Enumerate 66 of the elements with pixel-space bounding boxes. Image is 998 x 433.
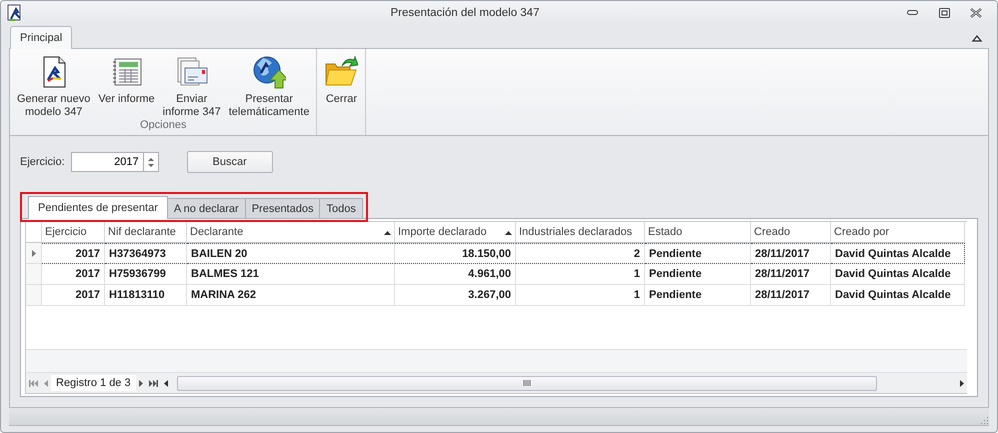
globe-upload-icon: [252, 55, 286, 90]
result-tab[interactable]: Todos: [319, 198, 363, 218]
table-cell: MARINA 262: [187, 285, 395, 306]
row-indicator[interactable]: [26, 243, 42, 264]
table-cell: Pendiente: [645, 243, 751, 264]
scroll-left-icon[interactable]: [164, 380, 168, 387]
table-cell: 1: [516, 285, 645, 306]
maximize-icon[interactable]: [938, 8, 950, 18]
spin-up-icon[interactable]: [148, 156, 154, 161]
next-record-icon[interactable]: [138, 380, 143, 387]
field-label: Ejercicio:: [20, 156, 65, 168]
table-cell: BALMES 121: [187, 264, 395, 286]
table-cell: 3.267,00: [395, 285, 516, 306]
result-tab[interactable]: A no declarar: [166, 198, 246, 218]
report-icon: [110, 57, 143, 88]
table-cell: H75936799: [105, 264, 187, 286]
mail-icon: [176, 57, 208, 88]
table-cell: 28/11/2017: [751, 243, 831, 264]
scrollbar-thumb[interactable]: [176, 376, 877, 391]
ribbon-button[interactable]: Cerrar: [321, 49, 362, 120]
group-caption: Opciones: [138, 119, 188, 134]
table-cell: Pendiente: [645, 285, 751, 306]
resize-grip-icon: [979, 415, 989, 425]
table-cell: 2017: [42, 264, 105, 286]
close-icon[interactable]: [970, 8, 982, 18]
table-cell: 2: [516, 243, 645, 264]
window-title: Presentación del modelo 347: [390, 6, 540, 19]
table-cell: David Quintas Alcalde: [831, 264, 965, 286]
minimize-icon[interactable]: [906, 10, 918, 16]
table-cell: David Quintas Alcalde: [831, 243, 965, 264]
table-cell: 28/11/2017: [751, 285, 831, 306]
table-cell: H37364973: [105, 243, 187, 264]
column-header[interactable]: Declarante: [190, 226, 384, 238]
table-cell: Pendiente: [645, 264, 751, 286]
column-header[interactable]: Ejercicio: [45, 226, 101, 238]
table-cell: 2017: [42, 285, 105, 306]
result-tab[interactable]: Presentados: [244, 198, 320, 218]
table-cell: 18.150,00: [395, 243, 516, 264]
ribbon-button[interactable]: Enviar informe 347: [160, 49, 224, 120]
folder-icon: [324, 56, 358, 88]
table-cell: 1: [516, 264, 645, 286]
column-header[interactable]: Importe declarado: [398, 226, 505, 238]
ribbon-button[interactable]: Ver informe: [95, 49, 158, 120]
spin-down-icon[interactable]: [148, 164, 154, 168]
ribbon-button[interactable]: Presentar telemáticamente: [226, 49, 312, 120]
last-record-icon[interactable]: [148, 380, 158, 387]
table-cell: 28/11/2017: [751, 264, 831, 286]
column-header[interactable]: Nif declarante: [108, 226, 183, 238]
ribbon-tab[interactable]: Principal: [10, 26, 72, 50]
collapse-ribbon-icon[interactable]: [971, 33, 983, 44]
column-header[interactable]: Creado: [754, 226, 827, 238]
result-tab[interactable]: Pendientes de presentar: [28, 196, 168, 220]
table-cell: 2017: [42, 243, 105, 264]
record-counter: Registro 1 de 3: [51, 375, 136, 392]
table-cell: BAILEN 20: [187, 243, 395, 264]
column-header[interactable]: Industriales declarados: [519, 226, 641, 238]
ribbon-button[interactable]: Generar nuevo modelo 347: [14, 49, 94, 120]
year-field[interactable]: 2017: [70, 152, 143, 172]
search-button[interactable]: Buscar: [186, 151, 273, 174]
column-header[interactable]: Creado por: [834, 226, 961, 238]
scroll-right-icon[interactable]: [960, 380, 964, 387]
table-cell: H11813110: [105, 285, 187, 306]
table-cell: David Quintas Alcalde: [831, 285, 965, 306]
current-row-icon: [32, 250, 36, 257]
column-header[interactable]: Estado: [648, 226, 747, 238]
table-cell: 4.961,00: [395, 264, 516, 286]
